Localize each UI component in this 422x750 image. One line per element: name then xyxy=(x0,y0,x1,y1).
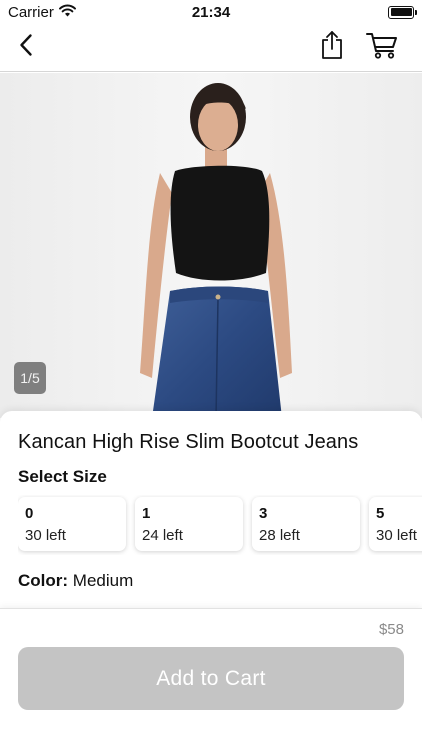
product-details-sheet: Kancan High Rise Slim Bootcut Jeans Sele… xyxy=(0,411,422,611)
size-option-5[interactable]: 5 30 left xyxy=(369,497,422,551)
product-photo xyxy=(0,73,422,418)
nav-bar xyxy=(0,24,422,72)
select-size-heading: Select Size xyxy=(18,467,107,486)
nav-actions xyxy=(314,30,414,66)
size-stock: 30 left xyxy=(376,527,417,544)
color-label: Color: xyxy=(18,571,69,590)
size-options[interactable]: 0 30 left 1 24 left 3 28 left 5 30 left xyxy=(18,495,422,555)
size-option-1[interactable]: 1 24 left xyxy=(135,497,243,551)
color-value: Medium xyxy=(72,571,134,590)
color-selection: Color: Medium xyxy=(18,571,133,591)
battery-icon xyxy=(388,5,417,19)
cart-button[interactable] xyxy=(364,30,400,66)
status-bar: Carrier 21:34 xyxy=(0,0,422,24)
product-image-gallery[interactable]: 1/5 xyxy=(0,73,422,418)
size-stock: 30 left xyxy=(25,527,66,544)
carrier-label: Carrier xyxy=(8,3,54,21)
purchase-footer: $58 Add to Cart xyxy=(0,608,422,750)
share-button[interactable] xyxy=(314,30,350,66)
size-option-3[interactable]: 3 28 left xyxy=(252,497,360,551)
cart-icon xyxy=(366,31,398,64)
size-label: 0 xyxy=(25,505,34,522)
share-icon xyxy=(320,30,344,65)
size-label: 3 xyxy=(259,505,268,522)
image-pager-badge: 1/5 xyxy=(14,362,46,394)
product-price: $58 xyxy=(378,621,404,638)
chevron-left-icon xyxy=(19,33,33,62)
size-label: 5 xyxy=(376,505,385,522)
size-option-0[interactable]: 0 30 left xyxy=(18,497,126,551)
add-to-cart-button[interactable]: Add to Cart xyxy=(18,647,404,710)
size-label: 1 xyxy=(142,505,151,522)
status-left: Carrier xyxy=(8,4,76,21)
product-title: Kancan High Rise Slim Bootcut Jeans xyxy=(18,431,359,453)
size-stock: 24 left xyxy=(142,527,183,544)
back-button[interactable] xyxy=(8,30,44,66)
size-stock: 28 left xyxy=(259,527,300,544)
wifi-icon xyxy=(58,4,76,21)
